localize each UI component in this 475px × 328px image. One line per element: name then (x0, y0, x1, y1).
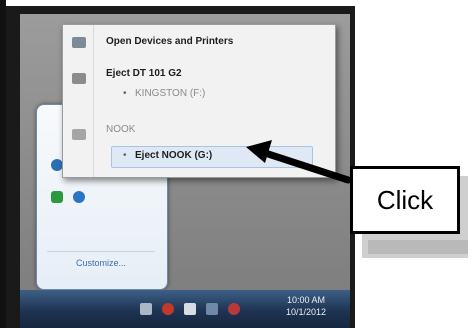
arrow-shaft (258, 148, 352, 184)
arrow-head (246, 140, 272, 163)
annotation-arrow (246, 140, 352, 184)
